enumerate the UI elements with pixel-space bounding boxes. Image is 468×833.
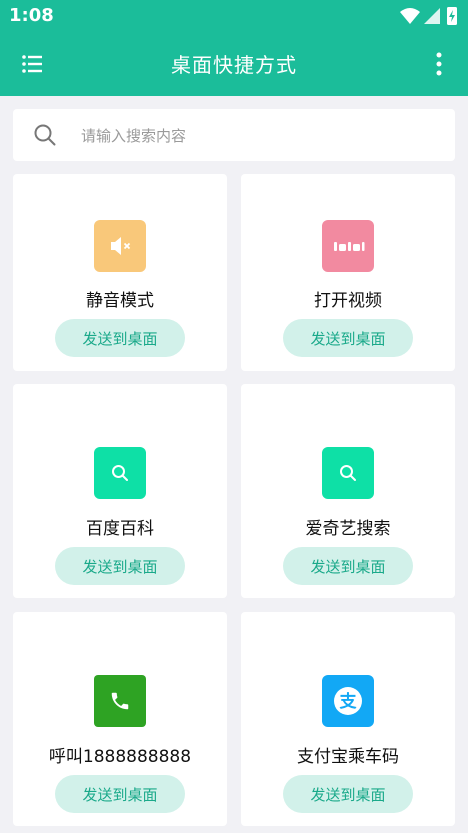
shortcut-label: 呼叫1888888888: [48, 747, 192, 767]
wifi-icon: [400, 8, 420, 24]
shortcut-card-iqiyi: 爱奇艺搜索 发送到桌面: [241, 384, 455, 598]
status-time: 1:08: [9, 5, 54, 26]
search-bar: [13, 109, 455, 161]
search-icon: [34, 124, 56, 146]
more-vert-icon[interactable]: [432, 50, 446, 78]
shortcut-card-video: 打开视频 发送到桌面: [241, 174, 455, 371]
shortcut-card-alipay: 支 支付宝乘车码 发送到桌面: [241, 612, 455, 826]
shortcut-label: 爱奇艺搜索: [305, 519, 391, 539]
signal-icon: [424, 8, 440, 24]
mute-icon: [94, 220, 146, 272]
send-to-desktop-button[interactable]: 发送到桌面: [55, 547, 185, 585]
shortcut-label: 百度百科: [86, 519, 154, 539]
search-input[interactable]: [79, 120, 443, 152]
shortcut-card-baidu: 百度百科 发送到桌面: [13, 384, 227, 598]
shortcut-label: 打开视频: [314, 291, 382, 311]
send-to-desktop-button[interactable]: 发送到桌面: [55, 319, 185, 357]
svg-text:支: 支: [340, 691, 358, 712]
search-icon: [94, 447, 146, 499]
bilibili-icon: [322, 220, 374, 272]
shortcut-label: 静音模式: [86, 291, 154, 311]
send-to-desktop-button[interactable]: 发送到桌面: [283, 775, 413, 813]
shortcut-card-call: 呼叫1888888888 发送到桌面: [13, 612, 227, 826]
send-to-desktop-button[interactable]: 发送到桌面: [283, 547, 413, 585]
shortcut-card-mute: 静音模式 发送到桌面: [13, 174, 227, 371]
send-to-desktop-button[interactable]: 发送到桌面: [283, 319, 413, 357]
search-icon: [322, 447, 374, 499]
send-to-desktop-button[interactable]: 发送到桌面: [55, 775, 185, 813]
phone-icon: [94, 675, 146, 727]
status-icons: [400, 7, 457, 25]
alipay-icon: 支: [322, 675, 374, 727]
status-bar: 1:08: [0, 0, 468, 32]
shortcut-grid: 静音模式 发送到桌面 打开视频 发送到桌面 百度百科 发送到桌面 爱奇艺搜索 发…: [13, 174, 455, 826]
shortcut-label: 支付宝乘车码: [297, 747, 399, 767]
page-title: 桌面快捷方式: [171, 53, 297, 77]
app-bar: 桌面快捷方式: [0, 32, 468, 96]
